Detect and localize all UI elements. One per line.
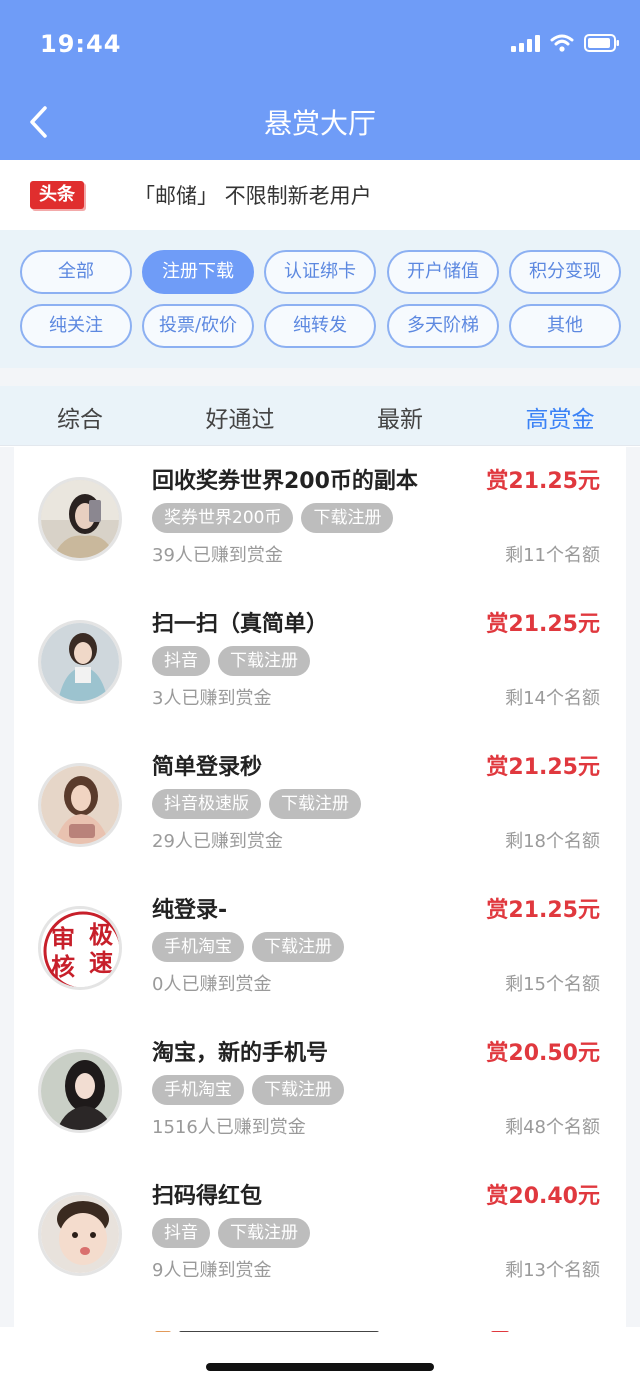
task-item[interactable]: 回收奖券世界200币的副本 赏21.25元 奖券世界200币 下载注册 39人已… (14, 447, 626, 590)
task-tags: 抖音 下载注册 (152, 646, 310, 676)
task-tag: 下载注册 (218, 646, 310, 676)
bottom-area (0, 1327, 640, 1385)
task-reward: 赏21.25元 (486, 612, 600, 637)
home-indicator[interactable] (206, 1363, 434, 1371)
task-tag: 手机淘宝 (152, 1075, 244, 1105)
task-title: 扫一扫（真简单） (152, 612, 329, 637)
task-item[interactable]: 简单登录秒 赏21.25元 抖音极速版 下载注册 29人已赚到赏金 剩18个名额 (14, 733, 626, 876)
status-time: 19:44 (40, 30, 122, 58)
next-item-peek (155, 1322, 515, 1332)
page-title: 悬赏大厅 (263, 107, 376, 140)
task-remaining: 剩48个名额 (505, 1117, 600, 1138)
avatar (38, 1049, 122, 1133)
task-title: 回收奖券世界200币的副本 (152, 469, 418, 494)
task-remaining: 剩13个名额 (505, 1260, 600, 1281)
task-tags: 手机淘宝 下载注册 (152, 932, 344, 962)
headline-badge: 头条 (30, 181, 84, 209)
svg-text:极: 极 (89, 921, 113, 949)
task-reward: 赏20.40元 (486, 1184, 600, 1209)
task-earned-count: 9人已赚到赏金 (152, 1260, 272, 1281)
notice-text[interactable]: 「邮储」 不限制新老用户 (134, 180, 372, 210)
avatar (38, 763, 122, 847)
task-item[interactable]: 审 极 核 速 纯登录- 赏21.25元 手机淘宝 下载注册 0人已赚到赏金 剩… (14, 876, 626, 1019)
task-tags: 奖券世界200币 下载注册 (152, 503, 394, 533)
category-chip[interactable]: 认证绑卡 (264, 250, 376, 294)
task-item[interactable]: 扫码得红包 赏20.40元 抖音 下载注册 9人已赚到赏金 剩13个名额 (14, 1162, 626, 1305)
task-earned-count: 29人已赚到赏金 (152, 831, 283, 852)
task-earned-count: 39人已赚到赏金 (152, 545, 283, 566)
signal-icon (511, 34, 540, 52)
svg-text:核: 核 (51, 953, 75, 981)
task-tag: 下载注册 (269, 789, 361, 819)
avatar (38, 477, 122, 561)
task-tag: 抖音 (152, 646, 210, 676)
task-remaining: 剩14个名额 (505, 688, 600, 709)
battery-icon (584, 34, 620, 52)
category-chip[interactable]: 投票/砍价 (142, 304, 254, 348)
category-filter: 全部 注册下载 认证绑卡 开户储值 积分变现 纯关注 投票/砍价 纯转发 多天阶… (0, 230, 640, 368)
category-chip[interactable]: 开户储值 (387, 250, 499, 294)
svg-text:审: 审 (51, 925, 75, 953)
task-reward: 赏20.50元 (486, 1041, 600, 1066)
task-tag: 下载注册 (252, 932, 344, 962)
sort-tab-newest[interactable]: 最新 (320, 400, 480, 434)
task-remaining: 剩18个名额 (505, 831, 600, 852)
task-item[interactable]: 淘宝，新的手机号 赏20.50元 手机淘宝 下载注册 1516人已赚到赏金 剩4… (14, 1019, 626, 1162)
avatar (38, 1192, 122, 1276)
task-earned-count: 3人已赚到赏金 (152, 688, 272, 709)
task-tag: 下载注册 (218, 1218, 310, 1248)
task-tag: 下载注册 (301, 503, 394, 533)
sort-tab-easy-pass[interactable]: 好通过 (160, 400, 320, 434)
category-chip[interactable]: 纯关注 (20, 304, 132, 348)
status-icons (511, 34, 620, 52)
task-title: 扫码得红包 (152, 1184, 263, 1209)
wifi-icon (550, 34, 574, 52)
avatar (38, 620, 122, 704)
sort-tab-high-reward[interactable]: 高赏金 (480, 400, 640, 434)
category-chip[interactable]: 其他 (509, 304, 621, 348)
divider (0, 368, 640, 386)
task-tags: 抖音 下载注册 (152, 1218, 310, 1248)
task-tag: 下载注册 (252, 1075, 344, 1105)
task-reward: 赏21.25元 (486, 469, 600, 494)
category-chip[interactable]: 纯转发 (264, 304, 376, 348)
task-tag: 奖券世界200币 (152, 503, 294, 533)
task-tag: 抖音 (152, 1218, 210, 1248)
task-title: 简单登录秒 (152, 755, 263, 780)
svg-text:速: 速 (89, 949, 113, 977)
task-tags: 抖音极速版 下载注册 (152, 789, 361, 819)
speed-review-stamp: 审 极 核 速 (38, 906, 122, 990)
category-chip[interactable]: 积分变现 (509, 250, 621, 294)
task-tag: 手机淘宝 (152, 932, 244, 962)
task-remaining: 剩11个名额 (505, 545, 600, 566)
task-tag: 抖音极速版 (152, 789, 261, 819)
task-title: 淘宝，新的手机号 (152, 1041, 329, 1066)
task-title: 纯登录- (152, 898, 228, 923)
task-tags: 手机淘宝 下载注册 (152, 1075, 344, 1105)
task-earned-count: 1516人已赚到赏金 (152, 1117, 306, 1138)
category-chip[interactable]: 全部 (20, 250, 132, 294)
sort-tab-overall[interactable]: 综合 (0, 400, 160, 434)
category-chip[interactable]: 多天阶梯 (387, 304, 499, 348)
category-chip[interactable]: 注册下载 (142, 250, 254, 294)
task-reward: 赏21.25元 (486, 898, 600, 923)
task-item[interactable]: 扫一扫（真简单） 赏21.25元 抖音 下载注册 3人已赚到赏金 剩14个名额 (14, 590, 626, 733)
task-remaining: 剩15个名额 (505, 974, 600, 995)
task-earned-count: 0人已赚到赏金 (152, 974, 272, 995)
task-reward: 赏21.25元 (486, 755, 600, 780)
